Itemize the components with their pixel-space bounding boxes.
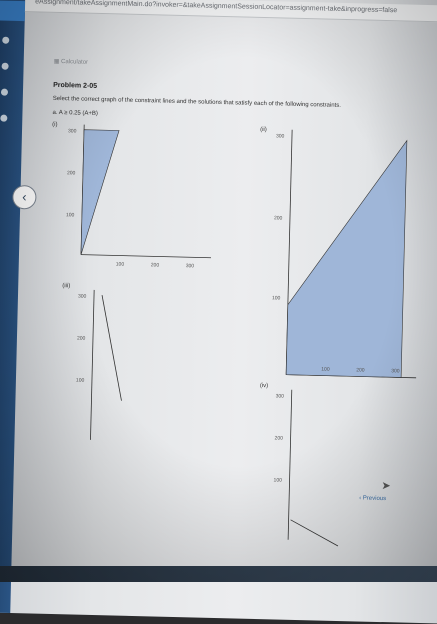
nav-item-active[interactable] <box>0 0 26 22</box>
url-text: eAssignment/takeAssignmentMain.do?invoke… <box>35 0 398 15</box>
y-axis <box>287 389 293 540</box>
y-tick: 300 <box>276 393 285 399</box>
nav-item[interactable] <box>1 62 9 70</box>
y-tick: 200 <box>77 336 86 342</box>
x-tick: 100 <box>116 261 125 267</box>
feasible-region <box>80 129 120 255</box>
nav-item[interactable] <box>2 36 10 44</box>
x-tick: 300 <box>391 368 400 374</box>
y-tick: 100 <box>76 378 85 384</box>
graph-plot: 300 200 100 <box>76 289 122 440</box>
y-tick: 100 <box>273 477 282 483</box>
nav-item[interactable] <box>0 114 8 122</box>
problem-prompt: Select the correct graph of the constrai… <box>52 95 341 109</box>
nav-item[interactable] <box>0 88 9 96</box>
graph-option-iv[interactable]: (iv) 300 200 100 <box>260 383 392 547</box>
y-tick: 100 <box>66 212 75 218</box>
graph-option-i[interactable]: (i) 300 200 100 100 200 300 <box>52 122 214 283</box>
x-tick: 200 <box>356 367 365 373</box>
graph-label: (i) <box>52 121 58 128</box>
feasible-region <box>285 139 408 378</box>
graph-plot: 300 200 100 100 200 300 <box>272 129 417 379</box>
y-tick: 300 <box>68 128 77 134</box>
y-tick: 300 <box>78 294 87 300</box>
graph-option-ii[interactable]: (ii) 300 200 100 100 200 300 <box>260 127 422 388</box>
collapse-button[interactable]: ‹ <box>12 184 37 210</box>
y-tick: 300 <box>276 133 285 139</box>
x-tick: 300 <box>186 263 195 269</box>
address-bar[interactable]: eAssignment/takeAssignmentMain.do?invoke… <box>24 0 437 23</box>
graph-label: (iii) <box>62 283 71 290</box>
previous-label: Previous <box>362 495 387 503</box>
y-tick: 200 <box>67 170 76 176</box>
y-tick: 200 <box>275 435 284 441</box>
calculator-label: Calculator <box>60 59 89 66</box>
calculator-tab[interactable]: ▦ Calculator <box>54 58 89 66</box>
graph-label: (ii) <box>260 126 267 134</box>
constraint-part-a: a. A ≥ 0.25 (A+B) <box>52 109 99 117</box>
y-tick: 100 <box>272 295 281 301</box>
taskbar <box>0 566 437 582</box>
constraint-line <box>290 519 339 547</box>
graph-option-iii[interactable]: (iii) 300 200 100 <box>62 283 194 447</box>
x-axis <box>81 254 211 259</box>
y-axis <box>90 289 95 440</box>
graph-plot: 300 200 100 100 200 300 <box>66 124 211 269</box>
constraint-line <box>101 295 122 401</box>
previous-button[interactable]: ‹ Previous <box>359 495 386 502</box>
problem-heading: Problem 2-05 <box>53 81 98 90</box>
nav-rail <box>0 0 26 613</box>
graph-label: (iv) <box>259 383 269 390</box>
y-tick: 200 <box>274 215 283 221</box>
monitor-screen: eAssignment/takeAssignmentMain.do?invoke… <box>0 0 437 624</box>
x-tick: 200 <box>151 262 160 268</box>
graph-plot: 300 200 100 <box>273 389 339 547</box>
x-tick: 100 <box>321 367 330 373</box>
chevron-left-icon: ‹ <box>22 189 27 205</box>
cursor-arrow-icon: ➤ <box>381 480 391 493</box>
